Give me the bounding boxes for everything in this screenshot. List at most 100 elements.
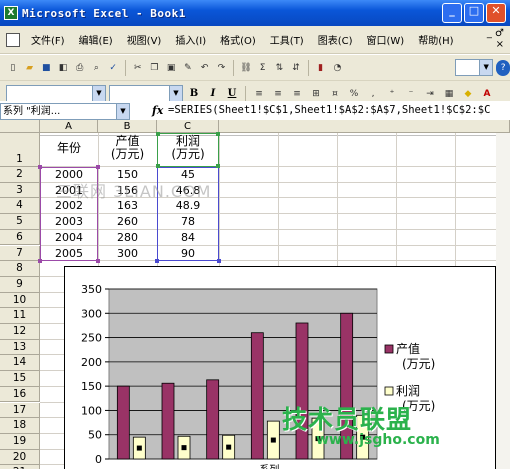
row-header-1[interactable]: 1	[0, 133, 40, 167]
row-header-16[interactable]: 16	[0, 386, 40, 403]
comma-icon[interactable]: ,	[365, 86, 381, 102]
hyperlink-icon[interactable]: ⛓	[239, 60, 253, 76]
legend-swatch-1[interactable]	[384, 344, 394, 354]
menu-file[interactable]: 文件(F)	[24, 32, 72, 47]
range-handle[interactable]	[217, 259, 221, 264]
menu-view[interactable]: 视图(V)	[120, 32, 169, 47]
legend-label-2[interactable]: 利润	[396, 384, 420, 398]
row-header-18[interactable]: 18	[0, 418, 40, 434]
align-center-icon[interactable]: ≡	[270, 86, 286, 102]
increase-decimal-icon[interactable]: ⁺	[384, 86, 400, 102]
row-header-7[interactable]: 7	[0, 245, 40, 262]
bar-series1-2002[interactable]	[206, 379, 220, 460]
row-header-2[interactable]: 2	[0, 167, 40, 183]
align-right-icon[interactable]: ≡	[289, 86, 305, 102]
row-header-17[interactable]: 17	[0, 402, 40, 419]
open-icon[interactable]: ▰	[23, 60, 37, 76]
row-header-5[interactable]: 5	[0, 214, 40, 230]
autosum-icon[interactable]: Σ	[256, 60, 270, 76]
minimize-button[interactable]: _	[442, 3, 462, 23]
workbook-close-icon[interactable]: ×	[487, 39, 504, 50]
print-preview-icon[interactable]: ⌕	[90, 60, 104, 76]
row-header-14[interactable]: 14	[0, 355, 40, 372]
selection-handle[interactable]	[181, 445, 187, 451]
insert-function-icon[interactable]: fx	[152, 104, 163, 117]
chevron-down-icon[interactable]: ▼	[116, 104, 129, 119]
row-header-11[interactable]: 11	[0, 308, 40, 324]
italic-button[interactable]: I	[205, 86, 221, 102]
range-handle[interactable]	[155, 259, 159, 264]
selection-handle[interactable]	[270, 437, 276, 443]
bold-button[interactable]: B	[186, 86, 202, 102]
header-cell[interactable]: 年份	[40, 142, 98, 155]
menu-help[interactable]: 帮助(H)	[411, 32, 460, 47]
row-header-4[interactable]: 4	[0, 198, 40, 215]
currency-icon[interactable]: ¤	[327, 86, 343, 102]
row-header-8[interactable]: 8	[0, 261, 40, 277]
paste-icon[interactable]: ▣	[164, 60, 178, 76]
workbook-icon[interactable]	[6, 32, 20, 47]
font-combo[interactable]: ▼	[6, 85, 106, 102]
select-all-corner[interactable]	[0, 120, 40, 133]
range-handle[interactable]	[216, 132, 220, 136]
sort-ascending-icon[interactable]: ⇅	[273, 60, 287, 76]
redo-icon[interactable]: ↷	[214, 60, 228, 76]
legend-label-1[interactable]: (万元)	[402, 357, 435, 371]
row-header-10[interactable]: 10	[0, 292, 40, 309]
column-header-c[interactable]: C	[157, 120, 219, 133]
selection-handle[interactable]	[226, 444, 232, 450]
borders-icon[interactable]: ▦	[441, 86, 457, 102]
header-cell[interactable]: 产值 (万元)	[98, 135, 157, 161]
row-header-21[interactable]: 21	[0, 465, 40, 469]
underline-button[interactable]: U	[224, 86, 240, 102]
row-header-15[interactable]: 15	[0, 371, 40, 387]
close-button[interactable]: ✕	[486, 3, 506, 23]
menu-tools[interactable]: 工具(T)	[263, 32, 311, 47]
merge-center-icon[interactable]: ⊞	[308, 86, 324, 102]
range-handle[interactable]	[96, 165, 100, 169]
row-header-20[interactable]: 20	[0, 449, 40, 466]
align-left-icon[interactable]: ≡	[251, 86, 267, 102]
table-cell[interactable]: 280	[98, 231, 157, 244]
font-size-combo[interactable]: ▼	[109, 85, 183, 102]
fill-color-icon[interactable]: ◆	[460, 86, 476, 102]
format-painter-icon[interactable]: ✎	[181, 60, 195, 76]
column-header-b[interactable]: B	[98, 120, 157, 133]
sort-descending-icon[interactable]: ⇵	[289, 60, 303, 76]
maximize-button[interactable]: □	[464, 3, 484, 23]
chart-wizard-icon[interactable]: ▮	[314, 60, 328, 76]
menu-window[interactable]: 窗口(W)	[360, 32, 412, 47]
new-icon[interactable]: ▯	[6, 60, 20, 76]
legend-swatch-2[interactable]	[384, 386, 394, 396]
permission-icon[interactable]: ◧	[56, 60, 70, 76]
workbook-window-controls[interactable]: _ ♂	[487, 28, 504, 39]
range-handle[interactable]	[38, 259, 42, 264]
row-header-6[interactable]: 6	[0, 229, 40, 246]
menu-chart[interactable]: 图表(C)	[311, 32, 360, 47]
row-header-3[interactable]: 3	[0, 182, 40, 199]
row-header-19[interactable]: 19	[0, 433, 40, 450]
bar-series1-2001[interactable]	[161, 382, 175, 460]
vertical-scrollbar[interactable]	[496, 133, 510, 469]
zoom-combo[interactable]: ▼	[455, 59, 494, 76]
range-handle[interactable]	[96, 259, 100, 264]
menu-format[interactable]: 格式(O)	[213, 32, 263, 47]
font-color-icon[interactable]: A	[479, 86, 495, 102]
decrease-decimal-icon[interactable]: ⁻	[403, 86, 419, 102]
range-handle[interactable]	[156, 132, 160, 136]
copy-icon[interactable]: ❐	[148, 60, 162, 76]
undo-icon[interactable]: ↶	[198, 60, 212, 76]
row-header-9[interactable]: 9	[0, 276, 40, 293]
selection-handle[interactable]	[136, 445, 142, 451]
spelling-icon[interactable]: ✓	[106, 60, 120, 76]
menu-insert[interactable]: 插入(I)	[168, 32, 213, 47]
row-header-13[interactable]: 13	[0, 339, 40, 356]
menu-edit[interactable]: 编辑(E)	[72, 32, 120, 47]
table-cell[interactable]: 300	[98, 247, 157, 260]
cut-icon[interactable]: ✂	[131, 60, 145, 76]
bar-series1-2003[interactable]	[250, 332, 264, 460]
help-icon[interactable]: ?	[496, 59, 510, 76]
save-icon[interactable]: ■	[39, 60, 53, 76]
legend-label-1[interactable]: 产值	[396, 341, 420, 356]
row-header-12[interactable]: 12	[0, 324, 40, 340]
